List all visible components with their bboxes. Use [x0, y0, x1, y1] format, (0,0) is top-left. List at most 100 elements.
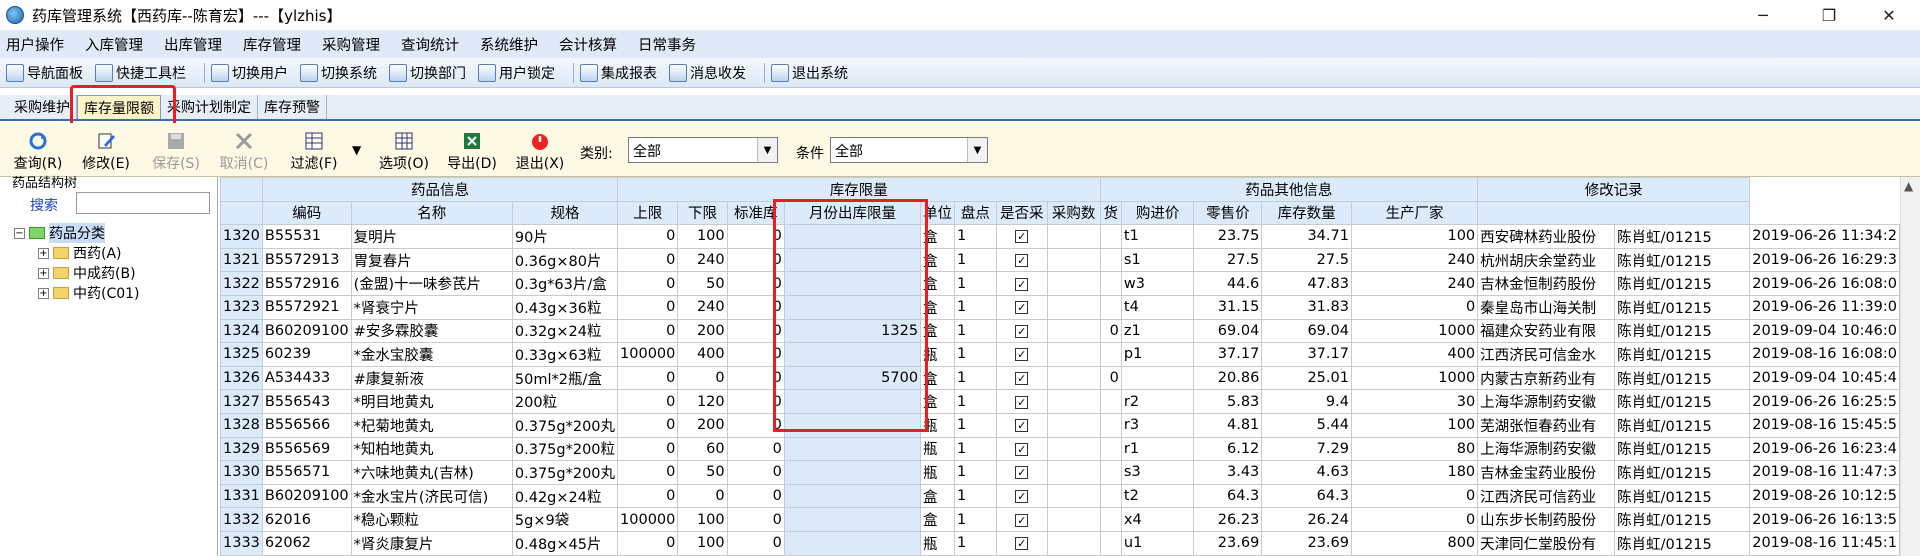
column-header[interactable]: 生产厂家: [1350, 200, 1479, 226]
vertical-scrollbar[interactable]: ▲: [1900, 177, 1920, 556]
minimize-button[interactable]: ─: [1740, 0, 1786, 30]
collapse-icon[interactable]: −: [14, 227, 25, 239]
export-button[interactable]: 导出(D): [444, 131, 500, 173]
save-button[interactable]: 保存(S): [148, 131, 204, 173]
condition-select[interactable]: 全部 ▼: [830, 137, 988, 163]
column-header[interactable]: 下限: [677, 200, 728, 226]
purchase-checkbox-cell[interactable]: ✓: [995, 436, 1048, 462]
checkbox-checked-icon[interactable]: ✓: [1015, 254, 1029, 268]
tree-node-root[interactable]: − 药品分类: [14, 223, 105, 243]
column-header[interactable]: 盘点: [954, 200, 997, 226]
table-cell[interactable]: [783, 507, 922, 532]
table-row[interactable]: 1326 A534433 #康复新液 50ml*2瓶/盒 0 0 0 5700 盒 1 ✓ 0 20.8…: [220, 365, 1900, 391]
switch-user-button[interactable]: 切换用户: [211, 63, 288, 83]
table-row[interactable]: 1328 B556566 *杞菊地黄丸 0.375g*200丸 0 200 0 瓶 1 ✓ r3 4.…: [220, 412, 1900, 438]
tree-node-patent[interactable]: + 中成药(B): [38, 263, 136, 283]
column-header[interactable]: 上限: [617, 200, 679, 226]
purchase-checkbox-cell[interactable]: ✓: [995, 318, 1048, 344]
table-row[interactable]: 1321 B5572913 胃复春片 0.36g×80片 0 240 0 盒 1 ✓ s1 27.5 2…: [220, 247, 1900, 273]
purchase-checkbox-cell[interactable]: ✓: [995, 460, 1048, 485]
purchase-checkbox-cell[interactable]: ✓: [995, 365, 1048, 391]
checkbox-checked-icon[interactable]: ✓: [1015, 348, 1029, 362]
table-row[interactable]: 1325 60239 *金水宝胶囊 0.33g×63粒 100000 400 0 瓶 1 ✓ p1 3…: [220, 342, 1900, 367]
table-row[interactable]: 1330 B556571 *六味地黄丸(吉林) 0.375g*200丸 0 50 0 瓶 1 ✓ s…: [220, 460, 1900, 485]
table-row[interactable]: 1329 B556569 *知柏地黄丸 0.375g*200粒 0 60 0 瓶 1 ✓ r1 6.1…: [220, 436, 1900, 462]
modify-button[interactable]: 修改(E): [78, 131, 134, 173]
purchase-checkbox-cell[interactable]: ✓: [995, 530, 1048, 556]
checkbox-checked-icon[interactable]: ✓: [1015, 324, 1029, 338]
column-header[interactable]: 零售价: [1193, 200, 1263, 226]
expand-icon[interactable]: +: [38, 267, 49, 279]
menu-stock-out[interactable]: 出库管理: [164, 34, 222, 55]
checkbox-checked-icon[interactable]: ✓: [1015, 230, 1029, 244]
checkbox-checked-icon[interactable]: ✓: [1015, 395, 1029, 409]
close-button[interactable]: ✕: [1866, 0, 1912, 30]
expand-icon[interactable]: +: [38, 247, 49, 259]
column-header[interactable]: 是否采: [995, 200, 1048, 226]
menu-daily[interactable]: 日常事务: [638, 34, 696, 55]
column-header[interactable]: 货: [1099, 200, 1122, 226]
options-button[interactable]: 选项(O): [376, 131, 432, 173]
table-row[interactable]: 1324 B60209100 #安多霖胶囊 0.32g×24粒 0 200 0 1325 盒 1 ✓…: [220, 318, 1900, 344]
exit-system-button[interactable]: 退出系统: [771, 63, 848, 83]
table-row[interactable]: 1327 B556543 *明目地黄丸 200粒 0 120 0 盒 1 ✓ r2 5.83 9.4 30…: [220, 389, 1900, 414]
purchase-checkbox-cell[interactable]: ✓: [995, 412, 1048, 438]
menu-system[interactable]: 系统维护: [480, 34, 538, 55]
menu-purchase[interactable]: 采购管理: [322, 34, 380, 55]
table-cell[interactable]: [783, 460, 922, 485]
filter-dropdown-arrow[interactable]: ▼: [352, 143, 361, 157]
checkbox-checked-icon[interactable]: ✓: [1015, 513, 1029, 527]
table-row[interactable]: 1332 62016 *稳心颗粒 5g×9袋 100000 100 0 盒 1 ✓ x4 26.23 2…: [220, 507, 1900, 532]
purchase-checkbox-cell[interactable]: ✓: [995, 224, 1048, 249]
table-row[interactable]: 1333 62062 *肾炎康复片 0.48g×45片 0 100 0 瓶 1 ✓ u1 23.69 2…: [220, 530, 1900, 556]
maximize-button[interactable]: ❐: [1806, 0, 1852, 30]
purchase-checkbox-cell[interactable]: ✓: [995, 389, 1048, 414]
purchase-checkbox-cell[interactable]: ✓: [995, 271, 1048, 296]
table-row[interactable]: 1322 B5572916 (金盟)十一味参芪片 0.3g*63片/盒 0 50 0 盒 1 ✓ w…: [220, 271, 1900, 296]
column-header[interactable]: 编码: [261, 200, 352, 226]
purchase-checkbox-cell[interactable]: ✓: [995, 294, 1048, 320]
quick-toolbar-button[interactable]: 快捷工具栏: [95, 63, 186, 83]
menu-stock-in[interactable]: 入库管理: [85, 34, 143, 55]
table-row[interactable]: 1331 B60209100 *金水宝片(济民可信) 0.42g×24粒 0 0 0 盒 1 ✓ t…: [220, 483, 1900, 509]
checkbox-checked-icon[interactable]: ✓: [1015, 277, 1029, 291]
purchase-checkbox-cell[interactable]: ✓: [995, 507, 1048, 532]
checkbox-checked-icon[interactable]: ✓: [1015, 301, 1029, 315]
column-header[interactable]: 库存数量: [1261, 200, 1352, 226]
table-cell[interactable]: [783, 530, 922, 556]
expand-icon[interactable]: +: [38, 287, 49, 299]
tab-purchase-maintain[interactable]: 采购维护: [8, 95, 77, 119]
switch-system-button[interactable]: 切换系统: [300, 63, 377, 83]
column-header[interactable]: 名称: [350, 200, 513, 226]
menu-inventory[interactable]: 库存管理: [243, 34, 301, 55]
reports-button[interactable]: 集成报表: [580, 63, 657, 83]
category-select[interactable]: 全部 ▼: [628, 137, 778, 163]
exit-button[interactable]: 退出(X): [512, 131, 568, 173]
table-cell[interactable]: [783, 483, 922, 509]
cancel-button[interactable]: 取消(C): [216, 131, 272, 173]
column-header[interactable]: 购进价: [1120, 200, 1195, 226]
tree-node-western[interactable]: + 西药(A): [38, 243, 122, 263]
checkbox-checked-icon[interactable]: ✓: [1015, 419, 1029, 433]
switch-dept-button[interactable]: 切换部门: [389, 63, 466, 83]
table-row[interactable]: 1323 B5572921 *肾衰宁片 0.43g×36粒 0 240 0 盒 1 ✓ t4 31.1…: [220, 294, 1900, 320]
nav-panel-button[interactable]: 导航面板: [6, 63, 83, 83]
tree-search-input[interactable]: [76, 192, 210, 214]
menu-user-ops[interactable]: 用户操作: [6, 34, 64, 55]
checkbox-checked-icon[interactable]: ✓: [1015, 442, 1029, 456]
menu-query-stats[interactable]: 查询统计: [401, 34, 459, 55]
column-header[interactable]: 规格: [511, 200, 619, 226]
tree-node-chinese[interactable]: + 中药(C01): [38, 283, 140, 303]
purchase-checkbox-cell[interactable]: ✓: [995, 247, 1048, 273]
chevron-up-icon[interactable]: ▲: [1904, 179, 1913, 193]
table-cell[interactable]: [783, 436, 922, 462]
checkbox-checked-icon[interactable]: ✓: [1015, 490, 1029, 504]
messages-button[interactable]: 消息收发: [669, 63, 746, 83]
column-header[interactable]: 采购数: [1046, 200, 1101, 226]
query-button[interactable]: 查询(R): [10, 131, 66, 173]
user-lock-button[interactable]: 用户锁定: [478, 63, 555, 83]
checkbox-checked-icon[interactable]: ✓: [1015, 372, 1029, 386]
menu-accounting[interactable]: 会计核算: [559, 34, 617, 55]
checkbox-checked-icon[interactable]: ✓: [1015, 537, 1029, 551]
purchase-checkbox-cell[interactable]: ✓: [995, 483, 1048, 509]
